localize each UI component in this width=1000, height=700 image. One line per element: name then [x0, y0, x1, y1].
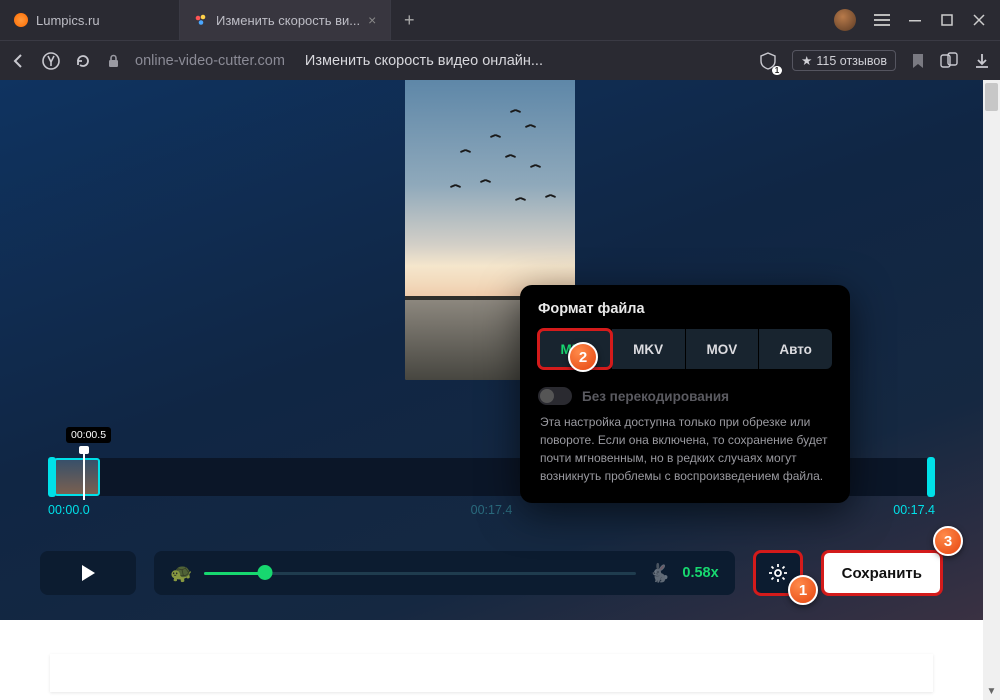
app-canvas: 00:00.5 00:00.0 00:17.4 00:17.4 🐢	[0, 80, 983, 620]
transcode-description: Эта настройка доступна только при обрезк…	[538, 413, 832, 485]
play-button[interactable]	[40, 551, 136, 595]
format-auto[interactable]: Авто	[759, 329, 832, 369]
callout-badge-1: 1	[788, 575, 818, 605]
shield-badge: 1	[772, 66, 782, 75]
tab-video-cutter[interactable]: Изменить скорость ви... ×	[180, 0, 391, 40]
speed-value: 0.58x	[682, 565, 718, 581]
scroll-thumb[interactable]	[985, 83, 998, 111]
favicon-icon	[194, 13, 208, 27]
page-footer-strip	[50, 654, 933, 692]
playhead[interactable]	[83, 448, 85, 500]
url-domain[interactable]: online-video-cutter.com	[135, 53, 285, 69]
time-end: 00:17.4	[893, 503, 935, 517]
trim-handle-right[interactable]	[927, 457, 935, 497]
address-bar: online-video-cutter.com Изменить скорост…	[0, 40, 1000, 80]
format-mov[interactable]: MOV	[686, 329, 760, 369]
shield-icon[interactable]: 1	[758, 51, 778, 71]
viewport: ▲ ▼ 00:00.5 00:00.0 00:17.	[0, 80, 1000, 700]
close-window-icon[interactable]	[972, 13, 986, 27]
tab-label: Lumpics.ru	[36, 13, 100, 28]
transcode-label: Без перекодирования	[582, 389, 729, 404]
format-mkv[interactable]: MKV	[612, 329, 686, 369]
titlebar: Lumpics.ru Изменить скорость ви... × +	[0, 0, 1000, 40]
tab-label: Изменить скорость ви...	[216, 13, 360, 28]
speed-slider[interactable]	[204, 570, 636, 576]
callout-badge-2: 2	[568, 342, 598, 372]
download-icon[interactable]	[974, 52, 990, 70]
yandex-icon[interactable]	[42, 52, 60, 70]
scroll-down-icon[interactable]: ▼	[983, 683, 1000, 700]
save-label: Сохранить	[842, 565, 922, 582]
lock-icon[interactable]	[106, 53, 121, 68]
rabbit-icon: 🐇	[648, 563, 670, 584]
reviews-badge[interactable]: ★ 115 отзывов	[792, 50, 896, 71]
page-title: Изменить скорость видео онлайн...	[305, 53, 543, 69]
format-popup: Формат файла MP4 MKV MOV Авто Без переко…	[520, 285, 850, 503]
tab-lumpics[interactable]: Lumpics.ru	[0, 0, 180, 40]
reload-icon[interactable]	[74, 52, 92, 70]
scrollbar[interactable]: ▲ ▼	[983, 80, 1000, 700]
menu-icon[interactable]	[874, 14, 890, 26]
time-start: 00:00.0	[48, 503, 90, 517]
close-icon[interactable]: ×	[368, 12, 376, 28]
time-mid: 00:17.4	[471, 503, 513, 517]
minimize-icon[interactable]	[908, 13, 922, 27]
favicon-icon	[14, 13, 28, 27]
maximize-icon[interactable]	[940, 13, 954, 27]
trim-handle-left[interactable]	[48, 457, 56, 497]
reviews-text: 115 отзывов	[816, 54, 887, 68]
browser-window: Lumpics.ru Изменить скорость ви... × + o…	[0, 0, 1000, 700]
transcode-toggle[interactable]	[538, 387, 572, 405]
new-tab-button[interactable]: +	[391, 0, 427, 40]
timeline-clip[interactable]	[54, 458, 100, 496]
back-icon[interactable]	[10, 52, 28, 70]
playhead-time: 00:00.5	[66, 427, 111, 443]
bookmark-icon[interactable]	[910, 52, 926, 70]
avatar[interactable]	[834, 9, 856, 31]
callout-badge-3: 3	[933, 526, 963, 556]
save-button[interactable]: Сохранить	[821, 550, 943, 596]
titlebar-right	[820, 0, 1000, 40]
popup-title: Формат файла	[538, 301, 832, 317]
turtle-icon: 🐢	[170, 563, 192, 584]
speed-panel: 🐢 🐇 0.58x	[154, 551, 735, 595]
extensions-icon[interactable]	[940, 52, 960, 70]
